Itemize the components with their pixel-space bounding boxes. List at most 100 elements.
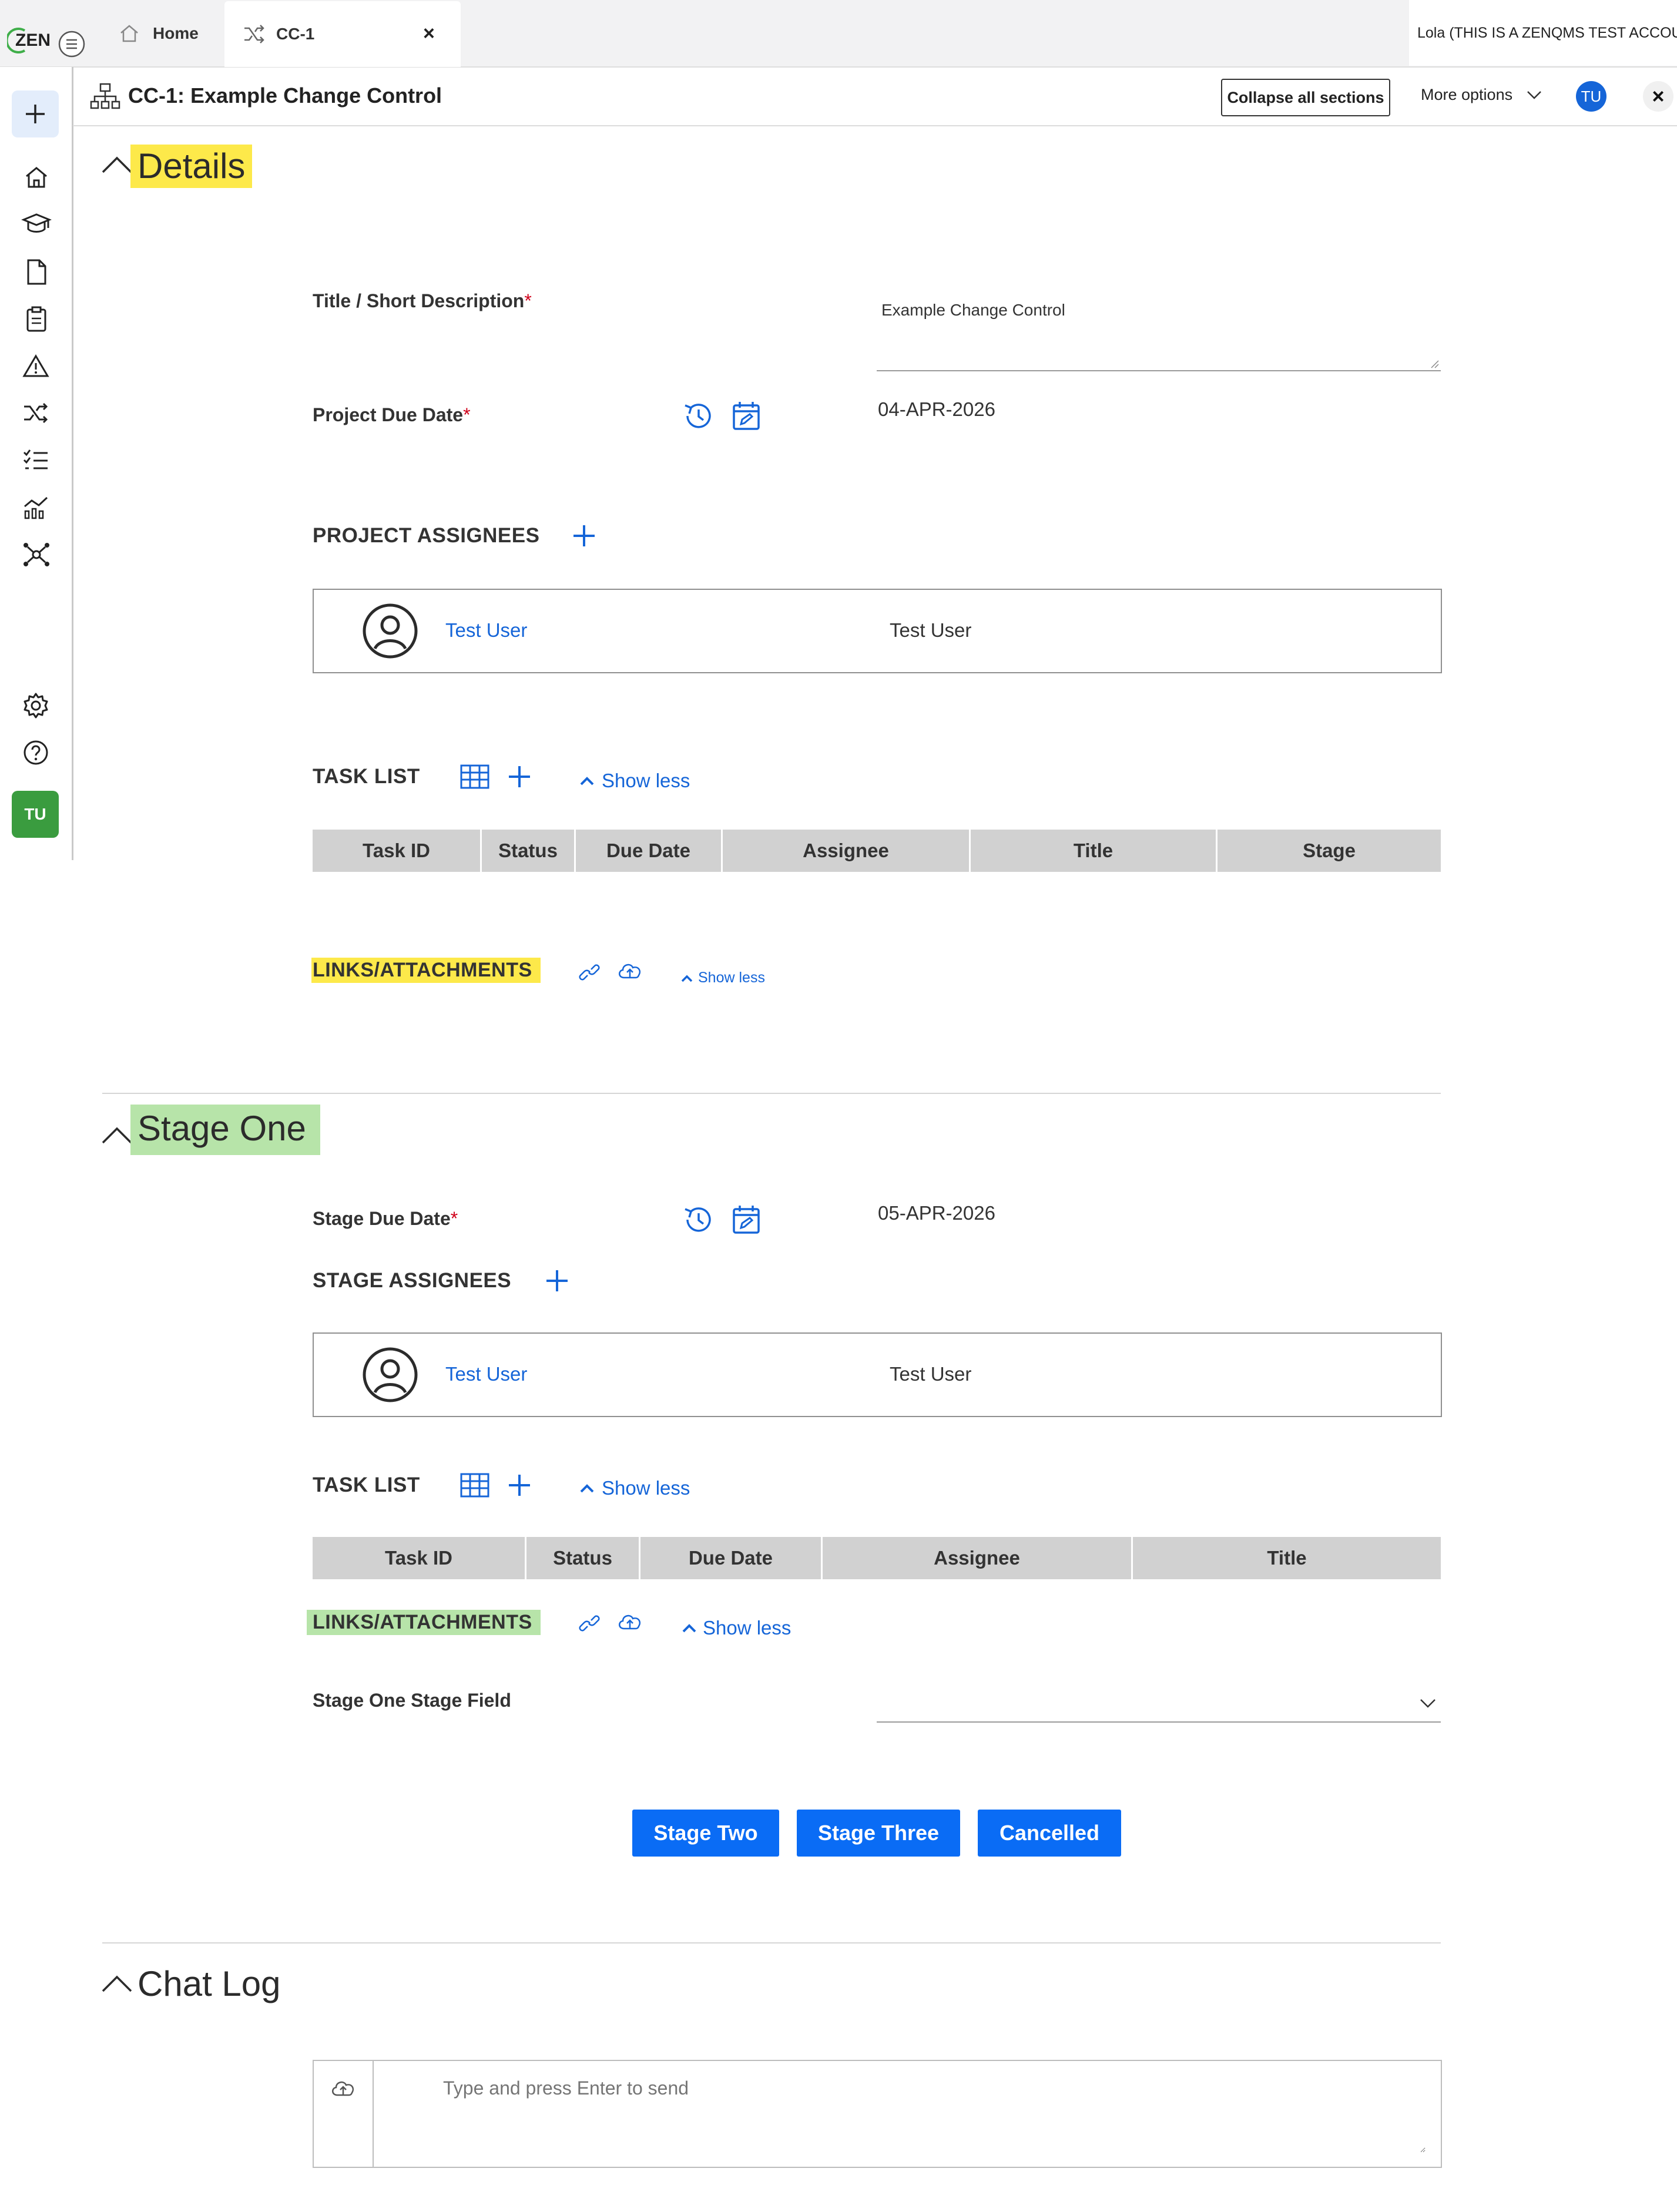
settings-icon[interactable] <box>22 692 49 719</box>
project-due-date-value[interactable]: 04-APR-2026 <box>878 398 995 421</box>
task-list-show-less[interactable]: Show less <box>579 1477 690 1499</box>
links-attachments-label: LINKS/ATTACHMENTS <box>311 958 541 983</box>
add-assignee-icon[interactable] <box>544 1268 570 1294</box>
stage-due-date-value[interactable]: 05-APR-2026 <box>878 1202 995 1224</box>
project-due-date-label-text: Project Due Date <box>313 404 464 425</box>
zen-logo[interactable]: ZEN <box>7 27 51 54</box>
checklist-icon[interactable] <box>22 448 49 472</box>
home-icon[interactable] <box>24 165 49 190</box>
more-options-dropdown[interactable]: More options <box>1421 86 1542 104</box>
chevron-down-icon <box>1527 90 1542 100</box>
upload-cloud-icon[interactable] <box>617 961 643 981</box>
tab-home[interactable]: Home <box>118 18 199 49</box>
close-record-button[interactable]: × <box>1643 81 1673 112</box>
calendar-edit-icon[interactable] <box>731 1203 762 1236</box>
collapse-chat-log-icon[interactable] <box>101 1974 133 1993</box>
col-assignee[interactable]: Assignee <box>823 1537 1133 1579</box>
change-control-icon[interactable] <box>22 401 49 425</box>
col-title[interactable]: Title <box>1133 1537 1441 1579</box>
collapse-stage-one-icon[interactable] <box>101 1126 133 1144</box>
col-assignee[interactable]: Assignee <box>723 830 971 872</box>
analytics-icon[interactable] <box>22 495 49 519</box>
section-divider <box>102 1942 1441 1944</box>
chevron-up-icon <box>680 974 693 983</box>
required-asterisk: * <box>463 404 471 425</box>
risk-icon[interactable] <box>22 354 49 378</box>
add-task-icon[interactable] <box>507 764 532 790</box>
upload-cloud-icon[interactable] <box>617 1612 643 1632</box>
add-assignee-icon[interactable] <box>571 523 597 549</box>
audit-icon[interactable] <box>25 306 48 333</box>
help-icon[interactable] <box>22 739 49 766</box>
required-asterisk: * <box>450 1208 458 1229</box>
chevron-up-icon <box>579 1483 595 1493</box>
stage-three-button[interactable]: Stage Three <box>797 1810 960 1857</box>
resize-handle-icon[interactable] <box>1430 360 1440 369</box>
collapse-all-button[interactable]: Collapse all sections <box>1221 79 1390 116</box>
short-description-underline <box>877 370 1441 371</box>
add-button[interactable] <box>12 90 59 137</box>
tab-cc-1-label: CC-1 <box>276 25 315 43</box>
user-account-banner: Lola (THIS IS A ZENQMS TEST ACCOUNT <box>1409 0 1677 66</box>
chat-message-input[interactable] <box>380 2070 1426 2153</box>
link-icon[interactable] <box>577 1614 602 1632</box>
home-icon <box>118 22 141 45</box>
links-show-less[interactable]: Show less <box>682 1617 791 1639</box>
record-header: CC-1: Example Change Control Collapse al… <box>73 67 1677 126</box>
upload-cloud-icon <box>330 2079 356 2099</box>
col-due-date[interactable]: Due Date <box>640 1537 823 1579</box>
stage-field-label: Stage One Stage Field <box>313 1690 511 1711</box>
calendar-edit-icon[interactable] <box>731 400 762 432</box>
stage-task-table-header: Task ID Status Due Date Assignee Title <box>313 1537 1441 1579</box>
short-description-input[interactable]: Example Change Control <box>881 301 1065 320</box>
sidebar-avatar[interactable]: TU <box>12 791 59 838</box>
show-less-label: Show less <box>703 1617 791 1639</box>
add-task-icon[interactable] <box>507 1472 532 1498</box>
network-icon[interactable] <box>21 541 52 569</box>
tab-cc-1[interactable]: CC-1 × <box>224 1 461 67</box>
menu-toggle-icon[interactable] <box>57 29 86 59</box>
stage-due-date-label-text: Stage Due Date <box>313 1208 451 1229</box>
col-title[interactable]: Title <box>971 830 1217 872</box>
section-divider <box>102 1093 1441 1094</box>
link-icon[interactable] <box>577 964 602 981</box>
task-list-show-less[interactable]: Show less <box>579 770 690 792</box>
document-icon[interactable] <box>25 259 48 286</box>
stage-field-select[interactable] <box>877 1680 1441 1723</box>
table-view-icon[interactable] <box>460 1472 490 1498</box>
more-options-label: More options <box>1421 86 1513 103</box>
training-icon[interactable] <box>21 212 52 237</box>
shuffle-icon <box>242 24 266 45</box>
tab-home-label: Home <box>153 24 199 42</box>
links-show-less[interactable]: Show less <box>680 969 765 986</box>
stage-due-date-label: Stage Due Date* <box>313 1208 458 1230</box>
collapse-details-icon[interactable] <box>101 155 133 174</box>
short-description-label: Title / Short Description* <box>313 290 532 312</box>
history-icon[interactable] <box>682 1203 715 1236</box>
top-bar: ZEN Home CC-1 × Lola (THIS IS A ZENQMS T… <box>0 0 1677 68</box>
chat-attach-button[interactable] <box>314 2061 374 2167</box>
chevron-up-icon <box>579 776 595 786</box>
chevron-down-icon <box>1420 1698 1436 1708</box>
header-avatar[interactable]: TU <box>1576 81 1606 112</box>
header-avatar-initials: TU <box>1581 87 1602 105</box>
assignee-link[interactable]: Test User <box>445 1363 527 1385</box>
tab-close-icon[interactable]: × <box>423 22 435 45</box>
col-due-date[interactable]: Due Date <box>576 830 723 872</box>
col-task-id[interactable]: Task ID <box>313 1537 526 1579</box>
chat-input-box <box>313 2060 1442 2168</box>
show-less-label: Show less <box>602 1477 690 1499</box>
show-less-label: Show less <box>602 770 690 791</box>
col-task-id[interactable]: Task ID <box>313 830 482 872</box>
short-description-label-text: Title / Short Description <box>313 290 525 311</box>
history-icon[interactable] <box>682 400 715 432</box>
stage-two-button[interactable]: Stage Two <box>632 1810 779 1857</box>
col-status[interactable]: Status <box>482 830 576 872</box>
col-status[interactable]: Status <box>526 1537 640 1579</box>
sidebar: TU <box>0 67 73 860</box>
cancelled-button[interactable]: Cancelled <box>978 1810 1121 1857</box>
table-view-icon[interactable] <box>460 764 490 790</box>
page-title: CC-1: Example Change Control <box>128 83 442 108</box>
col-stage[interactable]: Stage <box>1217 830 1441 872</box>
assignee-link[interactable]: Test User <box>445 619 527 642</box>
